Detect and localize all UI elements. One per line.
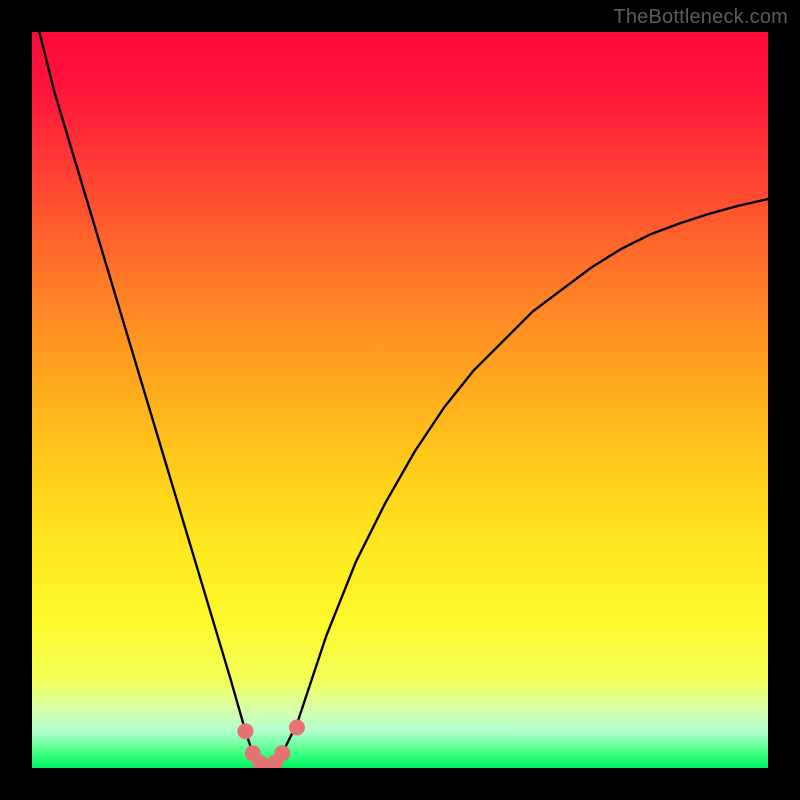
watermark-label: TheBottleneck.com <box>613 6 788 29</box>
bottleneck-curve <box>39 32 768 768</box>
optimal-range-markers <box>237 720 305 768</box>
chart-frame: TheBottleneck.com <box>0 0 800 800</box>
chart-svg <box>32 32 768 768</box>
optimal-marker-0 <box>237 723 253 739</box>
optimal-marker-5 <box>274 745 290 761</box>
bottleneck-curve-path <box>39 32 768 768</box>
optimal-marker-6 <box>289 720 305 736</box>
plot-area <box>32 32 768 768</box>
